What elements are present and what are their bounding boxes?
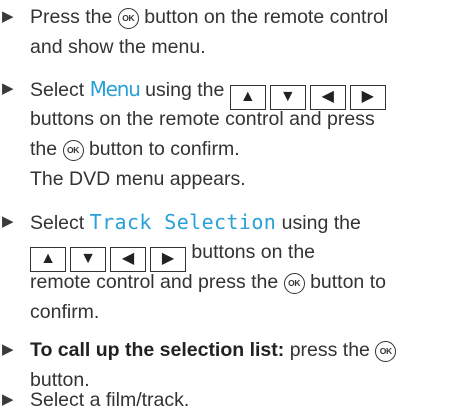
step-2-text-c: buttons on the remote control and press — [30, 108, 375, 130]
triangle-right-icon: ▶ — [2, 391, 14, 408]
ok-button-icon: OK — [375, 341, 397, 362]
step-4-bold: To call up the selection list: — [30, 339, 285, 361]
step-2-line-1: Select Menu using the ▲ ▼ ◀ ▶ — [30, 74, 386, 110]
step-2: ▶ Select Menu using the ▲ ▼ ◀ ▶ buttons on … — [0, 74, 463, 194]
triangle-right-icon: ▶ — [2, 8, 14, 25]
step-3-text-e: button to — [310, 271, 386, 293]
step-3-text-b: using the — [281, 212, 361, 234]
step-3-line-2: ▲ ▼ ◀ ▶ buttons on the — [30, 237, 316, 272]
step-3-line-3: remote control and press the OK button t… — [30, 267, 386, 297]
step-2-text-a: Select — [30, 79, 85, 101]
step-2-line-4: The DVD menu appears. — [30, 164, 246, 194]
track-selection-label: Track Selection — [89, 210, 277, 234]
menu-label: Menu — [89, 77, 141, 101]
triangle-right-icon: ▶ — [2, 80, 14, 97]
triangle-right-icon: ▶ — [2, 213, 14, 230]
step-2-line-2: buttons on the remote control and press — [30, 104, 375, 134]
step-2-result: The DVD menu appears. — [30, 168, 246, 190]
step-2-line-3: the OK button to confirm. — [30, 134, 240, 164]
step-1: ▶ Press the OK button on the remote cont… — [0, 2, 463, 64]
ok-button-icon: OK — [283, 273, 305, 294]
step-1-line-2: and show the menu. — [30, 32, 206, 62]
step-1-line-1: Press the OK button on the remote contro… — [30, 2, 388, 32]
step-2-text-d: the — [30, 138, 58, 160]
step-1-text-c: and show the menu. — [30, 36, 206, 58]
step-2-text-e: button to confirm. — [88, 138, 240, 160]
step-3-text-f: confirm. — [30, 301, 100, 323]
instruction-page: ▶ Press the OK button on the remote cont… — [0, 0, 463, 415]
step-3-text-c: buttons on the — [191, 241, 316, 263]
step-4-line-1: To call up the selection list: press the… — [30, 335, 397, 365]
step-3: ▶ Select Track Selection using the ▲ ▼ ◀ ▶ … — [0, 207, 463, 327]
ok-button-icon: OK — [117, 8, 139, 29]
step-5-text: Select a film/track. — [30, 389, 190, 411]
ok-button-icon: OK — [62, 140, 84, 161]
step-3-text-d: remote control and press the — [30, 271, 279, 293]
step-4-text-a: press the — [289, 339, 370, 361]
step-5-line-1: Select a film/track. — [30, 385, 189, 415]
step-1-text-a: Press the — [30, 6, 113, 28]
step-1-text-b: button on the remote control — [144, 6, 389, 28]
step-5: ▶ Select a film/track. — [0, 385, 463, 415]
triangle-right-icon: ▶ — [2, 341, 14, 358]
step-3-line-1: Select Track Selection using the — [30, 207, 361, 237]
step-2-text-b: using the — [145, 79, 225, 101]
step-3-line-4: confirm. — [30, 297, 99, 327]
step-3-text-a: Select — [30, 212, 85, 234]
